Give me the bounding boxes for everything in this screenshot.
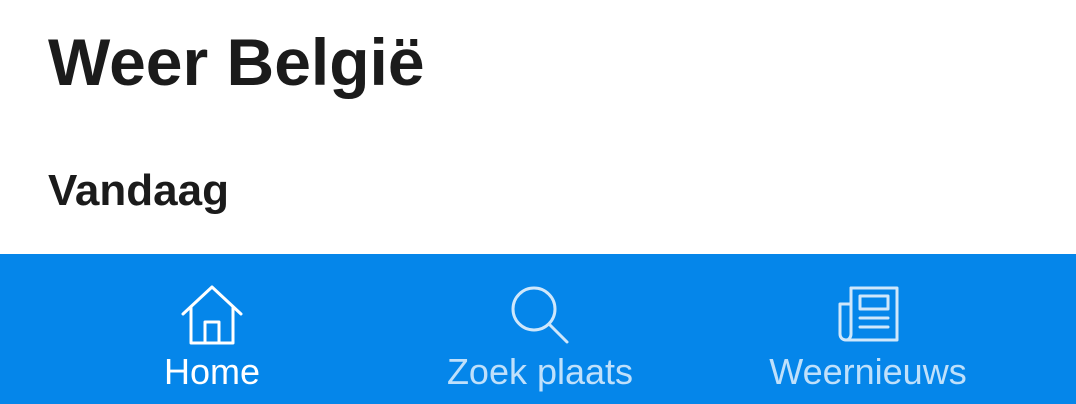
- nav-label-home: Home: [163, 351, 261, 392]
- nav-item-search[interactable]: Zoek plaats: [390, 254, 690, 404]
- search-icon: [511, 286, 569, 344]
- newspaper-icon: [838, 286, 899, 342]
- bottom-navigation: Home Zoek plaats Weernieuws: [0, 254, 1076, 404]
- page-title: Weer België: [48, 25, 425, 99]
- nav-label-search: Zoek plaats: [446, 351, 634, 392]
- nav-label-news: Weernieuws: [769, 351, 967, 392]
- section-title-today: Vandaag: [48, 166, 229, 215]
- nav-item-news[interactable]: Weernieuws: [718, 254, 1018, 404]
- home-icon: [181, 285, 243, 345]
- nav-item-home[interactable]: Home: [62, 254, 362, 404]
- page: Weer België Vandaag Home Zoek plaats Wee…: [0, 0, 1076, 404]
